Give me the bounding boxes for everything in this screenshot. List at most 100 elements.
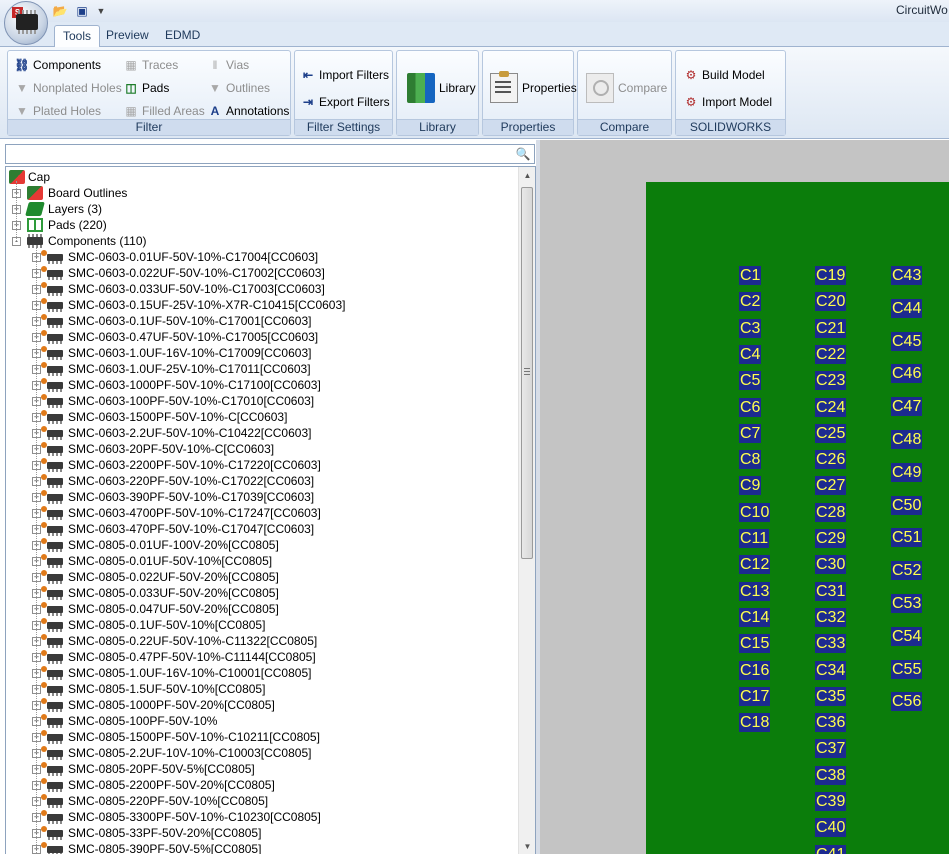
capacitor-component-icon: [41, 762, 63, 776]
component-designator[interactable]: C8: [739, 450, 762, 469]
capacitor-component-icon: [41, 506, 63, 520]
tree-node-label: SMC-0805-0.01UF-50V-10%[CC0805]: [68, 554, 273, 568]
trace-icon: ▦: [125, 58, 137, 72]
board-preview[interactable]: C1 C2 C3 C4 C5 C6 C7 C8 C9 C10 C11 C12 C13 C14 C15 C16 C…: [540, 140, 949, 854]
component-designator[interactable]: C3: [739, 319, 762, 338]
tree-scrollbar[interactable]: ▲ ▼: [518, 167, 535, 854]
traces-filter-button[interactable]: ▦ Traces: [123, 55, 178, 75]
components-filter-button[interactable]: ⛓ Components: [14, 55, 101, 75]
component-designator[interactable]: C55: [891, 660, 923, 679]
component-designator[interactable]: C33: [815, 634, 847, 653]
tree-node-label: SMC-0805-100PF-50V-10%: [68, 714, 218, 728]
tree-node-label: SMC-0805-0.022UF-50V-20%[CC0805]: [68, 570, 279, 584]
component-designator[interactable]: C39: [815, 792, 847, 811]
component-designator[interactable]: C18: [739, 713, 771, 732]
folder-open-icon[interactable]: 📂: [52, 3, 68, 19]
component-designator[interactable]: C47: [891, 397, 923, 416]
component-designator[interactable]: C20: [815, 292, 847, 311]
vias-filter-button[interactable]: ‖ Vias: [207, 55, 250, 75]
component-designator[interactable]: C23: [815, 371, 847, 390]
component-designator[interactable]: C49: [891, 463, 923, 482]
component-designator[interactable]: C36: [815, 713, 847, 732]
component-designator[interactable]: C28: [815, 503, 847, 522]
component-designator[interactable]: C21: [815, 319, 847, 338]
export-filters-button[interactable]: ⇥ Export Filters: [300, 92, 390, 112]
chevron-down-icon[interactable]: ▼: [96, 3, 106, 19]
annotations-filter-button[interactable]: A Annotations: [207, 101, 290, 121]
ribbon-tabs: Tools Preview EDMD: [0, 22, 949, 47]
import-model-button[interactable]: ⚙ Import Model: [683, 92, 772, 112]
component-designator[interactable]: C40: [815, 818, 847, 837]
component-designator[interactable]: C53: [891, 594, 923, 613]
component-designator[interactable]: C31: [815, 582, 847, 601]
library-button[interactable]: Library: [407, 71, 476, 105]
component-designator[interactable]: C56: [891, 692, 923, 711]
component-designator[interactable]: C2: [739, 292, 762, 311]
component-designator[interactable]: C10: [739, 503, 771, 522]
scrollbar-thumb[interactable]: [521, 187, 533, 559]
tab-tools[interactable]: Tools: [54, 25, 101, 47]
component-designator[interactable]: C25: [815, 424, 847, 443]
component-designator[interactable]: C46: [891, 364, 923, 383]
tree-view[interactable]: Cap + Board Outlines + Layers (3) + Pads (220)…: [5, 166, 536, 854]
component-designator[interactable]: C48: [891, 430, 923, 449]
component-designator[interactable]: C30: [815, 555, 847, 574]
component-designator[interactable]: C35: [815, 687, 847, 706]
component-designator[interactable]: C50: [891, 496, 923, 515]
tree-node-label: SMC-0603-2200PF-50V-10%-C17220[CC0603]: [68, 458, 321, 472]
component-designator[interactable]: C6: [739, 398, 762, 417]
scroll-up-arrow-icon[interactable]: ▲: [519, 167, 535, 184]
component-designator[interactable]: C52: [891, 561, 923, 580]
component-designator[interactable]: C1: [739, 266, 762, 285]
nonplated-holes-filter-button[interactable]: ▼ Nonplated Holes: [14, 78, 122, 98]
component-designator[interactable]: C15: [739, 634, 771, 653]
component-designator[interactable]: C17: [739, 687, 771, 706]
plated-holes-filter-button[interactable]: ▼ Plated Holes: [14, 101, 101, 121]
outlines-filter-button[interactable]: ▼ Outlines: [207, 78, 270, 98]
component-designator[interactable]: C43: [891, 266, 923, 285]
search-icon[interactable]: 🔍: [515, 146, 531, 162]
component-designator[interactable]: C27: [815, 476, 847, 495]
component-designator[interactable]: C12: [739, 555, 771, 574]
save-icon[interactable]: ▣: [74, 3, 90, 19]
component-designator[interactable]: C54: [891, 627, 923, 646]
tab-edmd[interactable]: EDMD: [157, 25, 208, 47]
component-designator[interactable]: C13: [739, 582, 771, 601]
component-designator[interactable]: C5: [739, 371, 762, 390]
component-designator[interactable]: C32: [815, 608, 847, 627]
component-designator[interactable]: C29: [815, 529, 847, 548]
import-filters-button[interactable]: ⇤ Import Filters: [300, 65, 389, 85]
tree-node-label: SMC-0603-0.1UF-50V-10%-C17001[CC0603]: [68, 314, 312, 328]
component-designator[interactable]: C22: [815, 345, 847, 364]
component-designator[interactable]: C41: [815, 845, 847, 854]
pads-filter-button[interactable]: ◫ Pads: [123, 78, 169, 98]
component-designator[interactable]: C34: [815, 661, 847, 680]
component-designator[interactable]: C16: [739, 661, 771, 680]
component-designator[interactable]: C4: [739, 345, 762, 364]
tree-node-label: SMC-0603-0.15UF-25V-10%-X7R-C10415[CC060…: [68, 298, 346, 312]
tree-node-label: SMC-0805-0.47PF-50V-10%-C11144[CC0805]: [68, 650, 316, 664]
component-designator[interactable]: C19: [815, 266, 847, 285]
tab-preview[interactable]: Preview: [98, 25, 157, 47]
component-designator[interactable]: C14: [739, 608, 771, 627]
search-input[interactable]: 🔍: [5, 144, 535, 164]
capacitor-component-icon: [41, 746, 63, 760]
component-designator[interactable]: C11: [739, 529, 770, 548]
component-designator[interactable]: C7: [739, 424, 762, 443]
component-designator[interactable]: C44: [891, 299, 923, 318]
component-designator[interactable]: C51: [891, 528, 923, 547]
scroll-down-arrow-icon[interactable]: ▼: [519, 838, 535, 854]
component-designator[interactable]: C24: [815, 398, 847, 417]
component-designator[interactable]: C26: [815, 450, 847, 469]
component-designator[interactable]: C37: [815, 739, 847, 758]
compare-button[interactable]: Compare: [586, 71, 667, 105]
filled-areas-filter-button[interactable]: ▦ Filled Areas: [123, 101, 204, 121]
component-designator[interactable]: C9: [739, 476, 762, 495]
component-designator[interactable]: C45: [891, 332, 923, 351]
application-menu-button[interactable]: S: [4, 1, 48, 45]
properties-button[interactable]: Properties: [490, 71, 577, 105]
component-designator[interactable]: C38: [815, 766, 847, 785]
build-model-button[interactable]: ⚙ Build Model: [683, 65, 765, 85]
plated-hole-icon: ▼: [16, 104, 28, 118]
capacitor-component-icon: [41, 730, 63, 744]
